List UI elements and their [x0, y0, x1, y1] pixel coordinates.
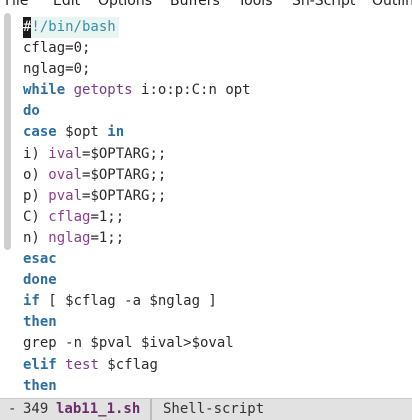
- code-line: then: [23, 377, 57, 394]
- menu-buffers[interactable]: Buffers: [170, 0, 220, 11]
- modeline-separator: [150, 399, 152, 420]
- code-line: i) ival=$OPTARG;;: [23, 145, 167, 162]
- code-line: if [ $cflag -a $nglag ]: [23, 293, 217, 310]
- menu-options[interactable]: Options: [98, 0, 152, 11]
- menu-sh-script[interactable]: Sh-Script: [292, 0, 355, 11]
- code-line: do: [23, 103, 40, 120]
- code-line: then: [23, 314, 57, 331]
- code-line: #!/bin/bash: [23, 17, 119, 39]
- code-line: case $opt in: [23, 124, 125, 141]
- code-line: n) nglag=1;;: [23, 229, 125, 246]
- code-line: cflag=0;: [23, 40, 91, 57]
- menu-bar: File Edit Options Buffers Tools Sh-Scrip…: [0, 0, 412, 11]
- scrollbar-thumb[interactable]: [4, 13, 11, 250]
- code-line: o) oval=$OPTARG;;: [23, 166, 167, 183]
- menu-edit[interactable]: Edit: [53, 0, 80, 11]
- code-line: done: [23, 272, 57, 289]
- code-line: esac: [23, 251, 57, 268]
- code-editor[interactable]: #!/bin/bash cflag=0; nglag=0; while geto…: [23, 17, 412, 395]
- modeline-line-number: 349: [23, 401, 49, 417]
- code-line: nglag=0;: [23, 61, 91, 78]
- menu-outline[interactable]: Outlin: [372, 0, 412, 11]
- modeline-buffer-name[interactable]: lab11_1.sh: [56, 399, 140, 420]
- code-line: C) cflag=1;;: [23, 208, 125, 225]
- modeline-major-mode[interactable]: Shell-script: [163, 399, 264, 420]
- menu-file[interactable]: File: [5, 0, 28, 11]
- code-line: elif test $cflag: [23, 356, 158, 373]
- code-line: p) pval=$OPTARG;;: [23, 187, 167, 204]
- shebang-text: !/bin/bash: [31, 19, 116, 35]
- menu-tools[interactable]: Tools: [238, 0, 273, 11]
- modeline-status: -: [8, 401, 17, 417]
- code-line: while getopts i:o:p:C:n opt: [23, 82, 251, 99]
- mode-line: - 349 lab11_1.sh Shell-script: [0, 398, 412, 420]
- code-line: grep -n $pval $ival>$oval: [23, 335, 234, 352]
